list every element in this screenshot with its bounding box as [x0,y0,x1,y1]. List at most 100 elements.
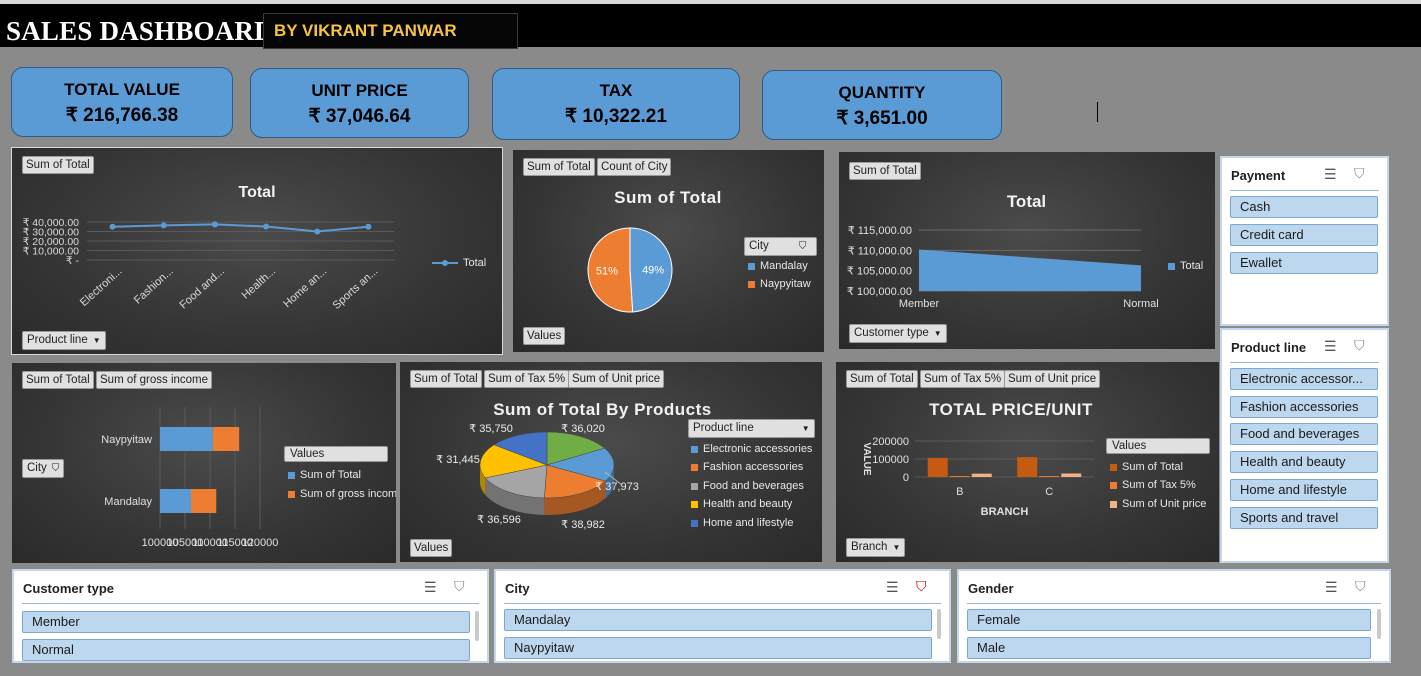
kpi-label: UNIT PRICE [311,81,408,100]
chart-title: Total [1006,192,1047,211]
chart-sum-of-total-by-city[interactable]: 49% 51% Sum of Total Count of City Sum of… [513,150,824,352]
slicer-item-naypyitaw[interactable]: Naypyitaw [504,637,932,659]
legend-swatch-icon [748,262,755,270]
field-button-sum-of-total[interactable]: Sum of Total [523,158,595,176]
slicer-city[interactable]: City ☰ ⛉ Mandalay Naypyitaw [494,569,951,663]
legend-filter-button-city[interactable]: City ⛉ [744,237,817,256]
slicer-title: Product line [1231,340,1307,355]
clear-filter-icon[interactable]: ⛉ [1354,337,1365,354]
y-tick-label: ₹ 110,000.00 [848,245,912,257]
slicer-divider [22,603,479,604]
column-1 [1039,476,1060,477]
data-point [109,223,116,230]
slicer-item-female[interactable]: Female [967,609,1371,631]
filter-button-branch[interactable]: Branch ▼ [846,538,906,557]
field-button-sum-of-unit-price[interactable]: Sum of Unit price [1004,370,1101,388]
field-button-sum-of-gross-income[interactable]: Sum of gross income [96,371,213,389]
chart-total-by-customer-type[interactable]: ₹ 115,000.00 ₹ 110,000.00 ₹ 105,000.00 ₹ 10… [839,152,1215,349]
slicer-customer-type[interactable]: Customer type ☰ ⛉ Member Normal [12,569,489,663]
field-button-sum-of-total[interactable]: Sum of Total [849,162,921,180]
chart-sum-of-total-by-products[interactable]: ₹ 35,750 ₹ 36,020 ₹ 37,973 ₹ 38,982 ₹ 36,596… [400,362,822,562]
x-tick-label: Fashion... [132,265,176,306]
slicer-scrollbar[interactable] [937,609,941,639]
slicer-item-normal[interactable]: Normal [22,639,470,661]
data-point [211,221,218,228]
field-button-sum-of-tax[interactable]: Sum of Tax 5% [484,370,570,388]
kpi-tax: TAX ₹ 10,322.21 [492,68,740,140]
field-button-sum-of-total[interactable]: Sum of Total [22,156,94,174]
multi-select-icon[interactable]: ☰ [886,579,899,596]
series-line [112,223,369,233]
data-point [314,228,321,235]
slicer-product-line[interactable]: Product line ☰ ⛉ Electronic accessor... … [1220,328,1389,563]
chart-total-and-gross-income-by-city[interactable]: 100000 105000 110000 115000 120000 Mandalay Na… [12,363,396,563]
legend-label: Naypyitaw [760,278,811,290]
legend-swatch-icon [1110,481,1117,489]
multi-select-icon[interactable]: ☰ [1324,338,1337,355]
slicer-item-member[interactable]: Member [22,611,470,633]
chart-total-by-product-line[interactable]: ₹ 40,000.00 ₹ 30,000.00 ₹ 20,000.00 ₹ 10,00… [11,147,503,355]
x-tick-label: Sports an... [331,265,381,312]
field-button-sum-of-tax[interactable]: Sum of Tax 5% [920,370,1006,388]
legend-entry-sum-of-total: Sum of Total [288,469,361,481]
field-button-sum-of-total[interactable]: Sum of Total [410,370,482,388]
filter-button-customer-type[interactable]: Customer type ▼ [849,324,947,343]
clear-filter-icon[interactable]: ⛉ [916,578,927,595]
slicer-item-credit-card[interactable]: Credit card [1230,224,1378,246]
clear-filter-icon[interactable]: ⛉ [1355,578,1366,595]
slicer-item-male[interactable]: Male [967,637,1371,659]
legend-entry-sum-of-total: Sum of Total [1110,461,1183,473]
dropdown-arrow-icon: ▼ [892,543,901,552]
clear-filter-icon[interactable]: ⛉ [454,578,465,595]
legend-swatch-icon [691,482,698,490]
legend-entry-sum-of-unit-price: Sum of Unit price [1110,498,1206,510]
filter-label: City [749,240,769,252]
field-button-count-of-city[interactable]: Count of City [597,158,672,176]
bar-sum-of-gross-income [212,427,240,451]
slicer-title: Customer type [23,581,115,596]
slicer-title: Gender [968,581,1014,596]
slicer-item-food[interactable]: Food and beverages [1230,423,1378,445]
author-byline: BY VIKRANT PANWAR [274,21,457,40]
kpi-value: ₹ 216,766.38 [65,105,179,126]
values-button[interactable]: Values [523,327,566,345]
field-button-sum-of-total[interactable]: Sum of Total [22,371,94,389]
legend-filter-button-product-line[interactable]: Product line ▼ [688,419,815,438]
chart-total-price-per-unit[interactable]: 200000 100000 0 B C BRANCH VALUE Sum of Total … [836,362,1219,562]
values-button[interactable]: Values [410,539,453,557]
kpi-label: TOTAL VALUE [64,80,180,99]
legend-swatch-icon [288,490,295,498]
multi-select-icon[interactable]: ☰ [1324,166,1337,183]
slicer-item-electronic[interactable]: Electronic accessor... [1230,368,1378,390]
legend-swatch-icon [1168,262,1175,270]
x-tick-label: 120000 [242,537,279,549]
slicer-item-fashion[interactable]: Fashion accessories [1230,396,1378,418]
data-label: ₹ 36,596 [477,514,521,526]
column-2 [1061,473,1082,477]
slicer-scrollbar[interactable] [1377,609,1381,639]
slicer-item-health[interactable]: Health and beauty [1230,451,1378,473]
slicer-item-sports[interactable]: Sports and travel [1230,507,1378,529]
x-axis-title: BRANCH [981,506,1029,518]
slicer-item-cash[interactable]: Cash [1230,196,1378,218]
y-category-label: Mandalay [104,496,152,508]
dropdown-arrow-icon: ▼ [801,424,810,433]
kpi-value: ₹ 37,046.64 [308,106,411,127]
slicer-scrollbar[interactable] [475,611,479,641]
legend-entry-fashion: Fashion accessories [691,461,803,473]
clear-filter-icon[interactable]: ⛉ [1354,165,1365,182]
slicer-item-home[interactable]: Home and lifestyle [1230,479,1378,501]
slicer-item-mandalay[interactable]: Mandalay [504,609,932,631]
slicer-item-ewallet[interactable]: Ewallet [1230,252,1378,274]
slicer-payment[interactable]: Payment ☰ ⛉ Cash Credit card Ewallet [1220,156,1389,326]
field-button-sum-of-total[interactable]: Sum of Total [846,370,918,388]
kpi-value: ₹ 3,651.00 [836,108,928,129]
multi-select-icon[interactable]: ☰ [1325,579,1338,596]
filter-button-city[interactable]: City ⛉ [22,459,65,478]
filter-button-product-line[interactable]: Product line ▼ [22,331,106,350]
field-button-sum-of-unit-price[interactable]: Sum of Unit price [568,370,665,388]
x-tick-label: Home an... [281,265,329,310]
column-2 [971,473,992,477]
multi-select-icon[interactable]: ☰ [424,579,437,596]
slicer-gender[interactable]: Gender ☰ ⛉ Female Male [957,569,1391,663]
